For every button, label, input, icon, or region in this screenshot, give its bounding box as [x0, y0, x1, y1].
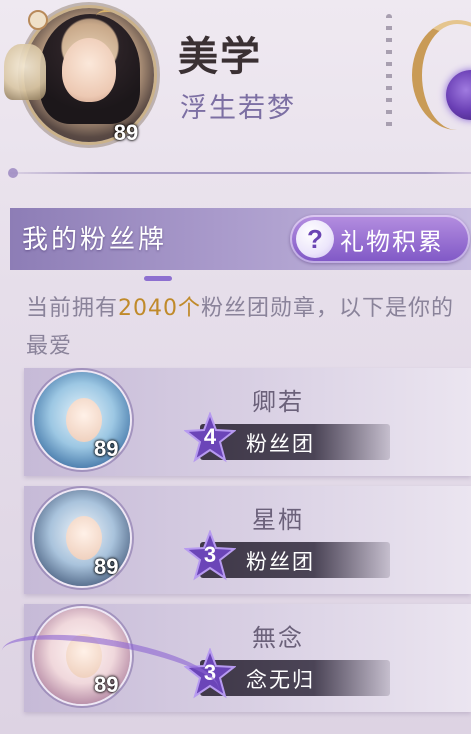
fan-level: 89: [94, 436, 119, 461]
fan-name: 星栖: [252, 506, 304, 534]
profile-subtitle: 浮生若梦: [180, 93, 296, 124]
fan-tag-text: 粉丝团: [246, 432, 315, 456]
moon-orb-icon: [412, 10, 471, 140]
fan-tag-text: 粉丝团: [246, 550, 315, 574]
profile-level: 89: [113, 120, 139, 145]
header-divider: [10, 172, 471, 174]
fan-card[interactable]: 89 星栖 3 粉丝团: [24, 486, 471, 594]
fan-name: 卿若: [252, 388, 304, 416]
fan-card[interactable]: 89 卿若 4 粉丝团: [24, 368, 471, 476]
gift-accumulation-label: 礼物积累: [340, 227, 444, 256]
description-prefix: 当前拥有: [26, 296, 119, 321]
section-title: 我的粉丝牌: [22, 225, 168, 255]
question-icon: ?: [296, 220, 334, 258]
fan-tag-text: 念无归: [246, 668, 315, 692]
dotted-divider: [386, 14, 392, 134]
emblem-icon: [28, 10, 48, 30]
screen: 89 美学 浮生若梦 我的粉丝牌 ? 礼物积累 当前拥有2040个粉丝团勋章，以…: [0, 0, 471, 734]
fan-level: 89: [94, 554, 119, 579]
badge-count: 2040个: [118, 296, 202, 321]
gift-accumulation-button[interactable]: ? 礼物积累: [290, 215, 470, 263]
profile-name: 美学: [178, 33, 262, 80]
pet-elephant-icon: [4, 44, 46, 100]
avatar-face: [62, 38, 116, 102]
fan-badge-description: 当前拥有2040个粉丝团勋章，以下是你的最爱: [26, 290, 466, 366]
fan-tag-level: 4: [203, 424, 217, 449]
fan-tag-level: 3: [203, 542, 217, 567]
accent-dash: [144, 276, 172, 281]
fan-name: 無念: [252, 624, 304, 652]
